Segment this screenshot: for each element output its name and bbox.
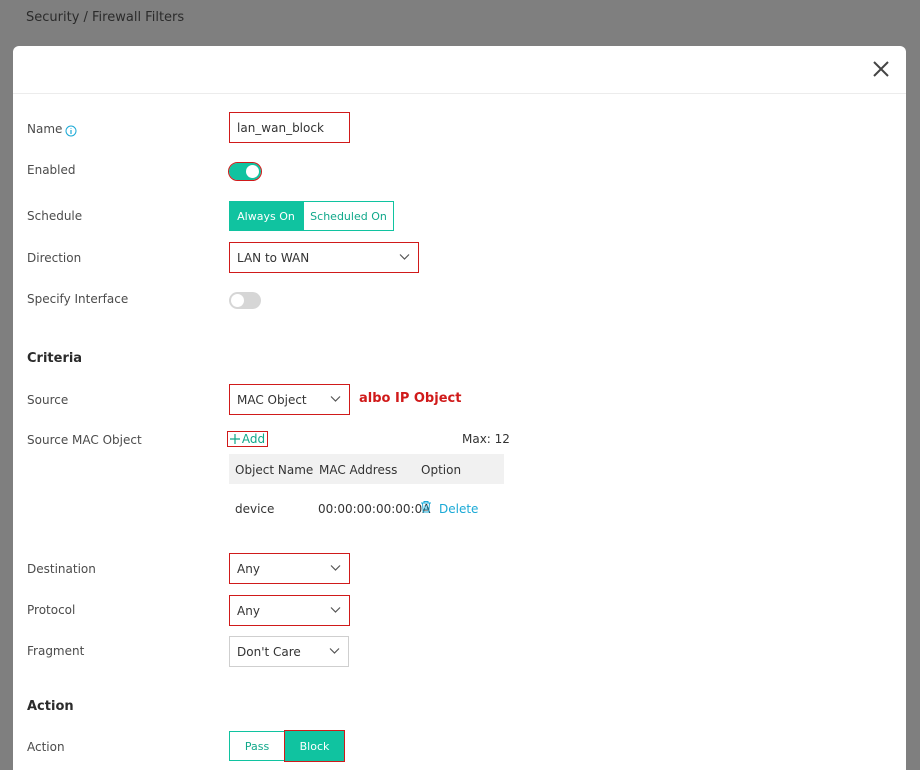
annotation-note: albo IP Object xyxy=(359,391,462,406)
close-icon[interactable] xyxy=(870,58,892,80)
fragment-select[interactable]: Don't Care xyxy=(229,636,349,667)
chevron-down-icon xyxy=(330,607,341,613)
enabled-label: Enabled xyxy=(27,163,76,177)
column-header-mac-address: MAC Address xyxy=(319,463,398,477)
column-header-option: Option xyxy=(421,463,462,477)
add-mac-object-button[interactable]: Add xyxy=(227,431,268,447)
source-mac-label: Source MAC Object xyxy=(27,433,142,447)
modal-header xyxy=(13,46,906,94)
criteria-heading: Criteria xyxy=(27,351,83,366)
action-heading: Action xyxy=(27,699,74,714)
table-row: device 00:00:00:00:00:0A Delete xyxy=(229,493,504,523)
breadcrumb: Security / Firewall Filters xyxy=(26,10,185,25)
schedule-always-on-button[interactable]: Always On xyxy=(229,201,303,231)
direction-label: Direction xyxy=(27,251,82,265)
trash-icon[interactable] xyxy=(420,500,432,516)
source-value: MAC Object xyxy=(237,393,307,407)
action-pass-button[interactable]: Pass xyxy=(229,731,285,761)
specify-interface-toggle[interactable] xyxy=(229,292,261,309)
info-icon[interactable] xyxy=(65,122,77,137)
action-block-button[interactable]: Block xyxy=(284,730,345,762)
row-object-name: device xyxy=(235,502,275,516)
column-header-object-name: Object Name xyxy=(235,463,314,477)
toggle-knob xyxy=(231,294,244,307)
toggle-knob xyxy=(246,165,259,178)
chevron-down-icon xyxy=(329,648,340,654)
destination-value: Any xyxy=(237,562,260,576)
chevron-down-icon xyxy=(399,254,410,260)
schedule-scheduled-on-button[interactable]: Scheduled On xyxy=(303,201,394,231)
source-select[interactable]: MAC Object xyxy=(229,384,350,415)
schedule-segmented: Always On Scheduled On xyxy=(229,201,394,231)
destination-select[interactable]: Any xyxy=(229,553,350,584)
fragment-value: Don't Care xyxy=(237,645,301,659)
enabled-toggle[interactable] xyxy=(228,162,262,181)
protocol-label: Protocol xyxy=(27,603,76,617)
protocol-select[interactable]: Any xyxy=(229,595,350,626)
filter-modal: Name lan_wan_block Enabled Schedule Alwa… xyxy=(13,46,906,770)
chevron-down-icon xyxy=(330,396,341,402)
action-segmented: Pass Block xyxy=(229,730,345,762)
mac-table-header: Object Name MAC Address Option xyxy=(229,454,504,484)
delete-link[interactable]: Delete xyxy=(439,502,478,516)
specify-interface-label: Specify Interface xyxy=(27,292,129,306)
protocol-value: Any xyxy=(237,604,260,618)
source-label: Source xyxy=(27,393,69,407)
destination-label: Destination xyxy=(27,562,96,576)
name-input[interactable]: lan_wan_block xyxy=(229,112,350,143)
max-count: Max: 12 xyxy=(462,432,510,446)
direction-value: LAN to WAN xyxy=(237,251,310,265)
name-label: Name xyxy=(27,122,63,136)
action-label: Action xyxy=(27,740,65,754)
row-mac-address: 00:00:00:00:00:0A xyxy=(318,502,431,516)
add-label: Add xyxy=(241,432,266,446)
plus-icon xyxy=(229,434,240,444)
chevron-down-icon xyxy=(330,565,341,571)
fragment-label: Fragment xyxy=(27,644,85,658)
schedule-label: Schedule xyxy=(27,209,83,223)
direction-select[interactable]: LAN to WAN xyxy=(229,242,419,273)
